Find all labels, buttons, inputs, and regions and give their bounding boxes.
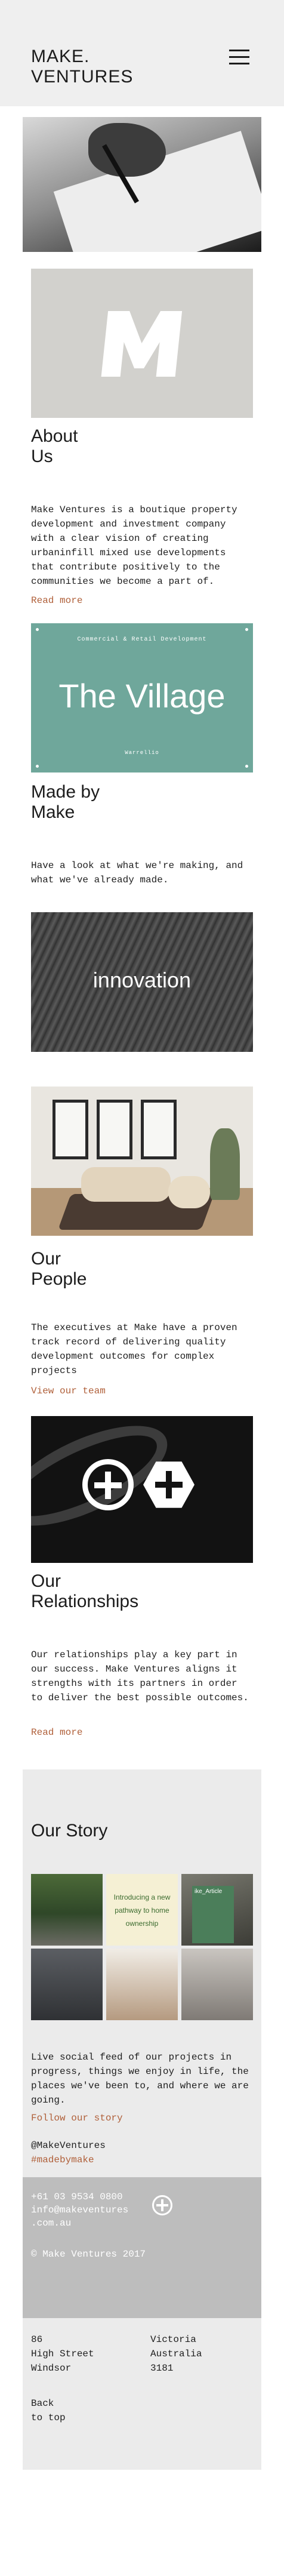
footer-phone[interactable]: +61 03 9534 0800 [31,2190,123,2203]
magazine-label: ike_Article [195,1888,223,1895]
innovation-label: innovation [92,968,192,992]
people-interior-image [31,1087,253,1236]
village-location: Warrellio [125,750,159,756]
footer-copyright: © Make Ventures 2017 [31,2249,146,2260]
footer-email-line-2[interactable]: .com.au [31,2217,71,2230]
hero-image-signing [23,117,261,252]
relationships-heading: Our Relationships [31,1571,139,1611]
feed-tile-promo[interactable]: Introducing a new pathway to home owners… [106,1874,178,1946]
made-by-heading: Made by Make [31,782,100,822]
story-heading: Our Story [31,1821,108,1841]
people-body: The executives at Make have a proven tra… [31,1322,237,1376]
follow-story-link[interactable]: Follow our story [31,2112,123,2124]
view-team-link[interactable]: View our team [31,1385,106,1397]
story-footer-panel: Our Story Introducing a new pathway to h… [23,1769,261,2470]
feed-tile-interior-1[interactable] [106,1949,178,2020]
village-project-tile[interactable]: Commercial & Retail Development The Vill… [31,623,253,773]
village-title: The Village [58,677,226,715]
feed-tile-people[interactable] [31,1949,103,2020]
made-by-body: Have a look at what we're making, and wh… [31,860,243,885]
address-column-1: 86 High Street Windsor [31,2334,94,2374]
page-main: About Us Make Ventures is a boutique pro… [0,0,284,2470]
make-emblem-icon [152,2195,172,2215]
about-read-more-link[interactable]: Read more [31,595,82,607]
address-column-2: Victoria Australia 3181 [150,2334,202,2374]
back-to-top-link[interactable]: Back to top [31,2396,66,2425]
hashtag-link[interactable]: #madebymake [31,2153,94,2167]
social-handle[interactable]: @MakeVentures [31,2138,106,2153]
relationships-read-more-link[interactable]: Read more [31,1726,82,1738]
people-heading: Our People [31,1249,87,1289]
village-subtitle: Commercial & Retail Development [77,636,207,643]
relationships-image [31,1416,253,1563]
relationships-body: Our relationships play a key part in our… [31,1649,249,1703]
footer-contact: +61 03 9534 0800 info@makeventures .com.… [23,2177,261,2318]
feed-tile-interior-2[interactable] [181,1949,253,2020]
m-logo-icon [101,311,183,377]
promo-text: Introducing a new pathway to home owners… [113,1893,171,1928]
feed-tile-magazine[interactable]: ike_Article [181,1874,253,1946]
innovation-tile[interactable]: innovation [31,912,253,1052]
footer-email-line-1[interactable]: info@makeventures [31,2203,128,2217]
story-body: Live social feed of our projects in prog… [31,2052,249,2106]
make-m-logo-tile [31,269,253,418]
about-body: Make Ventures is a boutique property dev… [31,504,237,587]
feed-tile-cyclists[interactable] [31,1874,103,1946]
about-heading: About Us [31,426,78,466]
